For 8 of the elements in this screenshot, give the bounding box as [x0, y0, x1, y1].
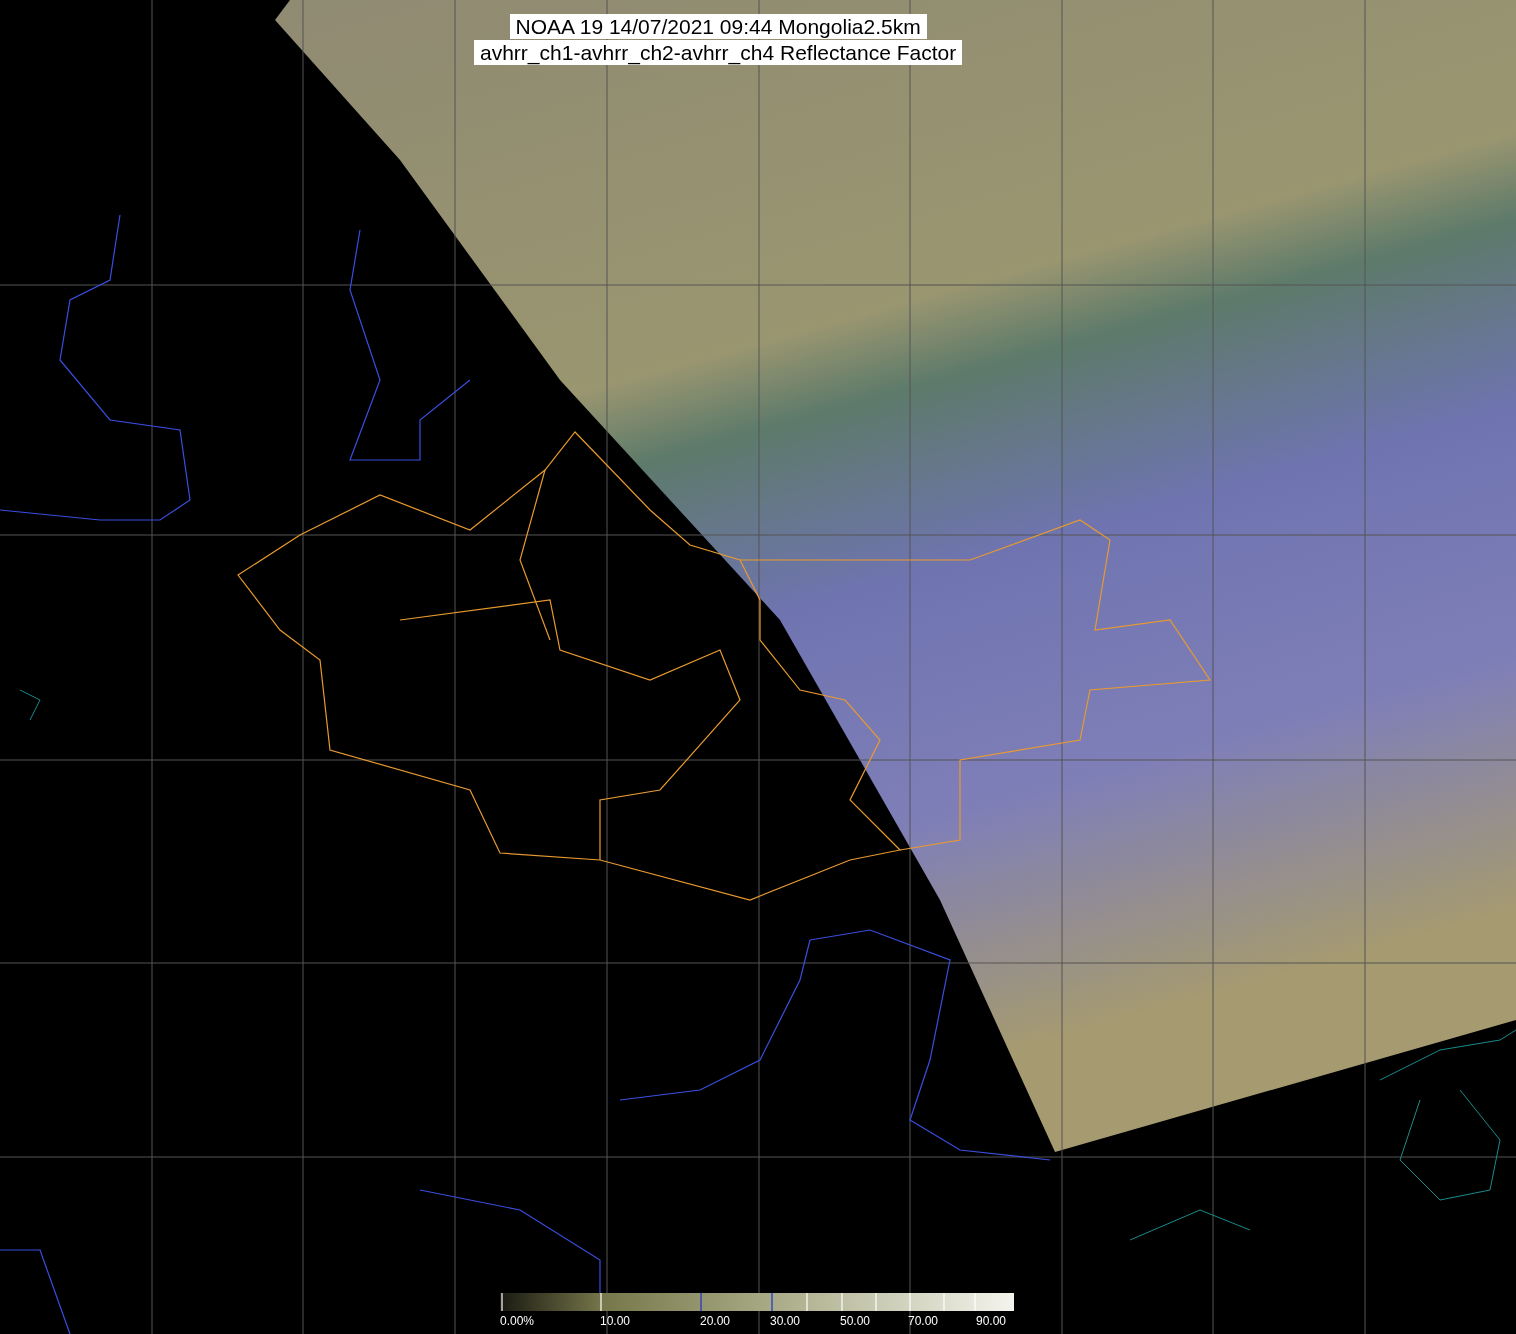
colorbar-label: 0.00%: [500, 1314, 535, 1328]
colorbar-label: 30.00: [770, 1314, 801, 1328]
colorbar-label: 90.00: [976, 1314, 1007, 1328]
colorbar-label: 20.00: [700, 1314, 731, 1328]
colorbar-label: 70.00: [908, 1314, 939, 1328]
colorbar-label: 10.00: [600, 1314, 631, 1328]
title-subline: avhrr_ch1-avhrr_ch2-avhrr_ch4 Reflectance Factor: [474, 40, 963, 65]
colorbar-label: 50.00: [840, 1314, 871, 1328]
